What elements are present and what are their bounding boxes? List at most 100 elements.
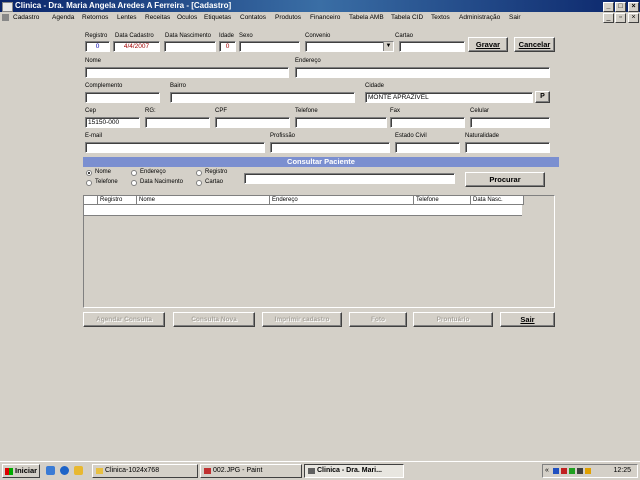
menu-contatos[interactable]: Contatos <box>240 12 266 24</box>
profissao-field[interactable] <box>270 142 390 153</box>
radio-telefone-label: Telefone <box>95 179 118 185</box>
close-button[interactable]: × <box>628 2 639 12</box>
fax-label: Fax <box>390 108 401 114</box>
radio-cartao[interactable] <box>196 180 202 186</box>
menu-etiquetas[interactable]: Etiquetas <box>204 12 231 24</box>
child-restore-button[interactable]: ▫ <box>615 13 626 23</box>
naturalidade-field[interactable] <box>465 142 550 153</box>
cartao-field[interactable] <box>399 41 465 52</box>
convenio-select[interactable]: ▼ <box>305 41 394 52</box>
col-data-nasc[interactable]: Data Nasc. <box>471 196 524 205</box>
cidade-pick-button[interactable]: P <box>535 91 550 103</box>
desktop-icon[interactable] <box>46 466 55 475</box>
sair-button[interactable]: Sair <box>500 312 555 327</box>
col-endereco[interactable]: Endereço <box>270 196 414 205</box>
procurar-button[interactable]: Procurar <box>465 172 545 187</box>
menu-administracao[interactable]: Administração <box>459 12 500 24</box>
registro-label: Registro <box>85 33 108 39</box>
foto-button[interactable]: Foto <box>349 312 407 327</box>
cidade-label: Cidade <box>365 83 385 89</box>
bairro-label: Bairro <box>170 83 187 89</box>
task-clinica-app[interactable]: Clinica - Dra. Mari... <box>304 464 404 478</box>
menu-oculos[interactable]: Oculos <box>177 12 197 24</box>
telefone-field[interactable] <box>295 117 387 128</box>
menu-lentes[interactable]: Lentes <box>117 12 137 24</box>
nome-field[interactable] <box>85 67 289 78</box>
chevron-down-icon[interactable]: ▼ <box>383 42 393 51</box>
task-clinica-folder[interactable]: Clinica-1024x768 <box>92 464 198 478</box>
task-paint[interactable]: 002.JPG - Paint <box>200 464 302 478</box>
col-telefone[interactable]: Telefone <box>414 196 471 205</box>
ie-icon[interactable] <box>60 466 69 475</box>
start-button[interactable]: Iniciar <box>2 464 40 478</box>
celular-field[interactable] <box>470 117 550 128</box>
tray-misc-icon[interactable] <box>585 468 591 474</box>
radio-endereco[interactable] <box>131 170 137 176</box>
registro-field[interactable]: 0 <box>85 41 110 52</box>
cancelar-button[interactable]: Cancelar <box>514 37 555 52</box>
app-icon <box>308 468 315 474</box>
folder-icon[interactable] <box>74 466 83 475</box>
radio-data-nascimento[interactable] <box>131 180 137 186</box>
cartao-label: Cartao <box>395 33 414 39</box>
child-close-button[interactable]: × <box>628 13 639 23</box>
data-cadastro-field[interactable]: 4/4/2007 <box>113 41 160 52</box>
antivirus-icon[interactable] <box>561 468 567 474</box>
bairro-field[interactable] <box>170 92 355 103</box>
radio-nome-label: Nome <box>95 169 112 175</box>
child-window-icon[interactable] <box>2 14 9 21</box>
menu-cadastro[interactable]: Cadastro <box>13 12 39 24</box>
network-icon[interactable] <box>553 468 559 474</box>
paint-icon <box>204 468 211 474</box>
agendar-consulta-button[interactable]: Agendar Consulta <box>83 312 165 327</box>
consulta-nova-button[interactable]: Consulta Nova <box>173 312 255 327</box>
results-grid[interactable]: Registro Nome Endereço Telefone Data Nas… <box>83 195 555 308</box>
endereco-field[interactable] <box>295 67 550 78</box>
idade-field[interactable]: 0 <box>219 41 236 52</box>
fax-field[interactable] <box>390 117 465 128</box>
minimize-button[interactable]: _ <box>603 2 614 12</box>
volume-icon[interactable] <box>577 468 583 474</box>
table-row[interactable] <box>84 205 522 216</box>
email-field[interactable] <box>85 142 265 153</box>
complemento-field[interactable] <box>85 92 160 103</box>
title-bar: Clinica - Dra. Maria Angela Aredes A Fer… <box>0 0 640 12</box>
gravar-button[interactable]: Gravar <box>468 37 508 52</box>
menu-produtos[interactable]: Produtos <box>275 12 301 24</box>
cep-label: Cep <box>85 108 97 114</box>
menu-tabela-cid[interactable]: Tabela CID <box>391 12 423 24</box>
menu-financeiro[interactable]: Financeiro <box>310 12 340 24</box>
col-registro[interactable]: Registro <box>98 196 137 205</box>
rg-field[interactable] <box>145 117 210 128</box>
cpf-field[interactable] <box>215 117 290 128</box>
clock[interactable]: 12:25 <box>613 465 631 477</box>
child-minimize-button[interactable]: _ <box>603 13 614 23</box>
estado-civil-field[interactable] <box>395 142 460 153</box>
search-input[interactable] <box>244 173 455 184</box>
radio-registro[interactable] <box>196 170 202 176</box>
app-icon[interactable] <box>2 2 13 12</box>
col-nome[interactable]: Nome <box>137 196 270 205</box>
tray-app-icon[interactable] <box>569 468 575 474</box>
profissao-label: Profissão <box>270 133 296 139</box>
menu-agenda[interactable]: Agenda <box>52 12 74 24</box>
cidade-field[interactable]: MONTE APRAZIVEL <box>365 92 533 103</box>
radio-nome[interactable] <box>86 170 92 176</box>
menu-sair[interactable]: Sair <box>509 12 521 24</box>
menu-receitas[interactable]: Receitas <box>145 12 170 24</box>
cep-field[interactable]: 15150-000 <box>85 117 140 128</box>
sexo-field[interactable] <box>239 41 300 52</box>
radio-endereco-label: Endereço <box>140 169 166 175</box>
radio-data-nascimento-label: Data Nacimento <box>140 179 184 185</box>
prontuario-button[interactable]: Prontuário <box>413 312 493 327</box>
menu-textos[interactable]: Textos <box>431 12 450 24</box>
tray-expand-icon[interactable]: « <box>545 465 549 477</box>
complemento-label: Complemento <box>85 83 123 89</box>
maximize-button[interactable]: □ <box>615 2 626 12</box>
data-nascimento-field[interactable] <box>164 41 216 52</box>
radio-cartao-label: Cartao <box>205 179 224 185</box>
radio-telefone[interactable] <box>86 180 92 186</box>
imprimir-cadastro-button[interactable]: Imprimir cadastro <box>262 312 342 327</box>
menu-retornos[interactable]: Retornos <box>82 12 108 24</box>
menu-tabela-amb[interactable]: Tabela AMB <box>349 12 384 24</box>
